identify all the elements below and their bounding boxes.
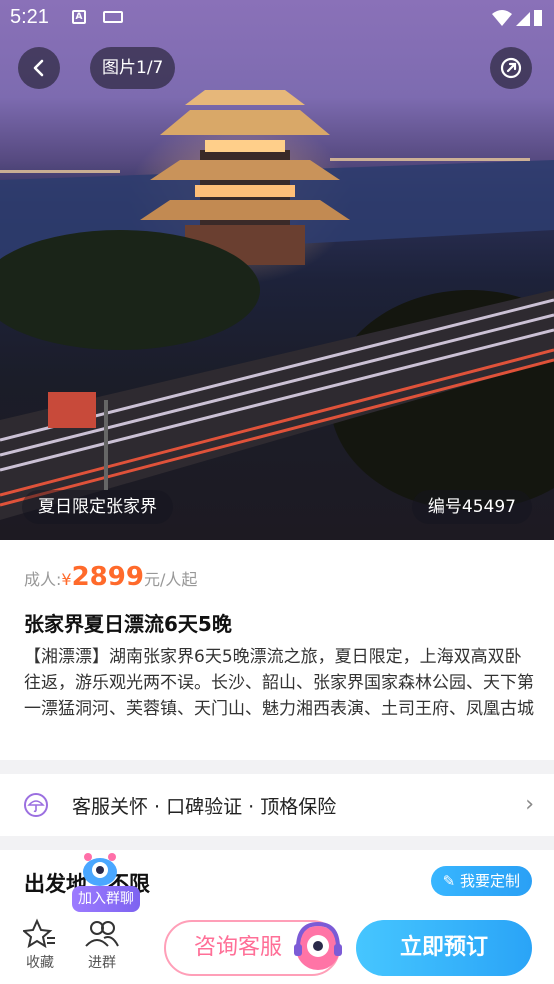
join-group-label: 进群	[88, 955, 116, 971]
price-value: 2899	[71, 562, 144, 592]
image-counter: 图片1/7	[90, 47, 176, 89]
hero-photo[interactable]: 5:21 A 图片1/7 夏日限定张家界 编号45497	[0, 0, 554, 540]
product-title: 张家界夏日漂流6天5晚	[24, 612, 232, 636]
hero-tag-title: 夏日限定张家界	[22, 490, 173, 524]
mascot-icon	[83, 853, 117, 886]
hero-photo-illustration	[0, 90, 554, 520]
chevron-left-icon	[33, 59, 44, 77]
product-info: 成人:¥2899元/人起 张家界夏日漂流6天5晚 【湘漂漂】湖南张家界6天5晚漂…	[0, 540, 554, 760]
umbrella-icon	[24, 793, 48, 817]
star-icon	[23, 918, 55, 949]
signal-icons	[490, 8, 544, 33]
join-chat-badge[interactable]: 加入群聊	[72, 886, 140, 912]
bottom-action-bar: 收藏 进群 咨询客服 立即预订	[0, 912, 554, 984]
wifi-cell-battery-icon	[492, 10, 542, 26]
share-icon	[500, 57, 522, 79]
favorite-tab[interactable]: 收藏	[18, 916, 62, 972]
hero-tag-code: 编号45497	[411, 490, 532, 524]
price-suffix: 元/人起	[143, 570, 198, 589]
price-currency: ¥	[61, 570, 72, 589]
price-row: 成人:¥2899元/人起	[24, 562, 197, 592]
back-button[interactable]	[18, 47, 60, 89]
status-bar: 5:21 A	[0, 0, 554, 36]
keyboard-icon	[103, 11, 123, 23]
customize-button[interactable]: ✎ 我要定制	[430, 866, 532, 896]
a-icon: A	[72, 10, 86, 24]
book-now-button[interactable]: 立即预订	[356, 920, 532, 976]
share-button[interactable]	[490, 47, 532, 89]
chevron-right-icon: ›	[525, 792, 534, 817]
service-text: 客服关怀 · 口碑验证 · 顶格保险	[72, 796, 337, 818]
customize-icon: ✎	[442, 872, 456, 890]
price-prefix: 成人:	[24, 570, 62, 589]
status-time: 5:21	[10, 6, 49, 28]
service-guarantee-row[interactable]: 客服关怀 · 口碑验证 · 顶格保险 ›	[0, 774, 554, 836]
customize-label: 我要定制	[459, 872, 520, 890]
support-mascot-icon	[294, 921, 342, 970]
product-description: 【湘漂漂】湖南张家界6天5晚漂流之旅，夏日限定，上海双高双卧往返，游乐观光两不误…	[24, 647, 534, 719]
join-group-tab[interactable]: 进群	[80, 916, 124, 972]
group-icon	[85, 921, 119, 947]
favorite-label: 收藏	[26, 955, 54, 971]
